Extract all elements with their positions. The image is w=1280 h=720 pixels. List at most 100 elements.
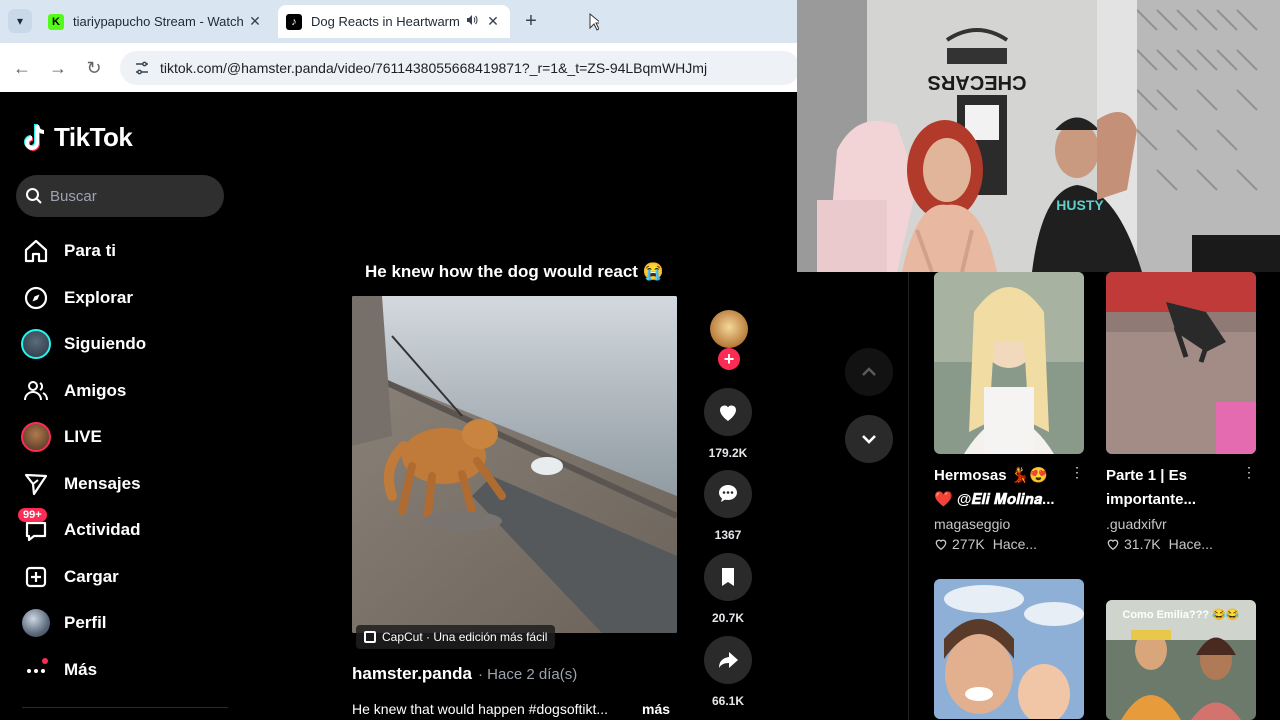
nav-item-explorar[interactable]: Explorar (20, 279, 230, 317)
video-description: He knew that would happen #dogsoftikt... (352, 701, 609, 717)
card-username: magaseggio (934, 516, 1011, 532)
video-overlay-caption: He knew how the dog would react 😭 (365, 262, 664, 281)
share-count: 66.1K (711, 694, 745, 708)
save-button[interactable] (704, 553, 752, 601)
send-icon (20, 468, 52, 500)
nav-item-cargar[interactable]: Cargar (20, 558, 230, 596)
new-tab-button[interactable]: + (520, 10, 542, 32)
nav-label: Perfil (64, 613, 107, 632)
description-row: He knew that would happen #dogsoftikt...… (352, 701, 670, 717)
posted-time: · Hace 2 día(s) (478, 666, 578, 683)
nav-label: Más (64, 660, 98, 679)
nav-item-amigos[interactable]: Amigos (20, 372, 230, 410)
activity-badge: 99+ (18, 508, 47, 522)
notification-dot (42, 658, 48, 664)
chevron-down-icon (862, 435, 876, 444)
related-video-card[interactable]: Parte 1 | Es importante... ⋮ .guadxifvr … (1106, 272, 1256, 552)
nav-item-live[interactable]: LIVE (20, 418, 230, 456)
comment-button[interactable] (704, 470, 752, 518)
url-text: tiktok.com/@hamster.panda/video/76114380… (160, 60, 708, 76)
site-settings-icon[interactable] (134, 60, 150, 76)
nav-label: Explorar (64, 288, 133, 307)
card-time: Hace... (992, 536, 1038, 552)
video-thumbnail (934, 579, 1084, 719)
card-meta: 31.7K Hace... (1106, 536, 1256, 552)
tab-title: tiariypapucho Stream - Watch Live (73, 14, 246, 29)
streamer-webcam: CHECARS HUSTY (797, 0, 1280, 272)
tab-tiktok-video[interactable]: ♪ Dog Reacts in Heartwarming Way ✕ (278, 5, 510, 38)
home-icon (20, 235, 52, 267)
more-options-icon[interactable]: ⋮ (1242, 464, 1256, 481)
capcut-icon (364, 631, 376, 643)
tiktok-page: TikTok Para ti Explorar Siguiendo Amigos… (0, 92, 893, 720)
webcam-scene: CHECARS HUSTY (797, 0, 1280, 272)
more-icon (20, 654, 52, 686)
upload-icon (20, 561, 52, 593)
card-title: Hermosas 💃😍❤️ @𝑬𝒍𝒊 𝑴𝒐𝒍𝒊𝒏𝒂... (934, 467, 1055, 508)
nav-label: Cargar (64, 567, 119, 586)
mouse-cursor-icon (589, 13, 599, 31)
more-link[interactable]: más (642, 701, 670, 717)
next-video-button[interactable] (845, 415, 893, 463)
reload-icon[interactable]: ↻ (82, 56, 106, 80)
nav-label: Mensajes (64, 474, 141, 493)
author-row: hamster.panda · Hace 2 día(s) (352, 664, 577, 684)
tiktok-icon: ♪ (286, 13, 302, 30)
video-thumbnail (934, 272, 1084, 454)
comment-icon (719, 485, 737, 502)
speaker-icon[interactable] (466, 14, 478, 29)
search-input[interactable] (50, 187, 210, 205)
close-tab-icon[interactable]: ✕ (484, 13, 502, 30)
more-options-icon[interactable]: ⋮ (1070, 464, 1084, 481)
search-icon (26, 188, 42, 204)
tiktok-note-icon (24, 123, 45, 151)
capcut-label: CapCut · Una edición más fácil (382, 630, 548, 644)
video-thumbnail (1106, 272, 1256, 454)
back-icon[interactable]: ← (10, 56, 34, 80)
heart-outline-icon (935, 539, 947, 551)
search-box[interactable] (16, 175, 224, 217)
nav-label: Para ti (64, 241, 116, 260)
address-bar[interactable]: tiktok.com/@hamster.panda/video/76114380… (120, 51, 800, 85)
live-avatar (21, 422, 51, 452)
nav-item-mensajes[interactable]: Mensajes (20, 465, 230, 503)
related-video-card[interactable] (934, 579, 1084, 719)
nav-item-siguiendo[interactable]: Siguiendo (20, 325, 230, 363)
like-count: 179.2K (708, 446, 748, 460)
activity-icon: 99+ (18, 508, 52, 546)
share-icon (719, 652, 738, 668)
tiktok-logo[interactable]: TikTok (22, 122, 133, 153)
card-username: .guadxifvr (1106, 516, 1167, 532)
following-avatar (21, 329, 51, 359)
nav-label: Actividad (64, 520, 141, 539)
capcut-tag[interactable]: CapCut · Una edición más fácil (356, 625, 556, 649)
tab-kick-stream[interactable]: K tiariypapucho Stream - Watch Live ✕ (40, 5, 272, 38)
forward-icon[interactable]: → (46, 56, 70, 80)
share-button[interactable] (704, 636, 752, 684)
heart-outline-icon (1107, 539, 1119, 551)
nav-label: Siguiendo (64, 334, 147, 353)
wall-sign-text: CHECARS (928, 71, 1027, 93)
card-title: Parte 1 | Es importante... (1106, 467, 1197, 508)
nav-item-actividad[interactable]: 99+ Actividad (18, 508, 230, 549)
tab-search-button[interactable]: ▾ (8, 9, 32, 33)
like-button[interactable] (704, 388, 752, 436)
tiktok-wordmark: TikTok (54, 122, 133, 152)
close-tab-icon[interactable]: ✕ (246, 13, 264, 30)
related-video-card[interactable]: Hermosas 💃😍❤️ @𝑬𝒍𝒊 𝑴𝒐𝒍𝒊𝒏𝒂... ⋮ magaseggi… (934, 272, 1084, 552)
author-name[interactable]: hamster.panda (352, 664, 472, 684)
follow-button[interactable]: + (718, 348, 740, 370)
card-meta: 277K Hace... (934, 536, 1084, 552)
creator-avatar[interactable] (710, 310, 748, 348)
compass-icon (20, 282, 52, 314)
nav-item-mas[interactable]: Más (20, 651, 230, 689)
card-likes: 277K (952, 536, 985, 552)
nav-label: Amigos (64, 381, 127, 400)
video-frame (352, 296, 677, 633)
nav-item-para-ti[interactable]: Para ti (20, 232, 230, 270)
video-player[interactable] (352, 296, 677, 633)
nav-item-perfil[interactable]: Perfil (20, 604, 230, 642)
previous-video-button[interactable] (845, 348, 893, 396)
panel-divider (908, 272, 909, 720)
tab-title: Dog Reacts in Heartwarming Way (311, 14, 460, 29)
